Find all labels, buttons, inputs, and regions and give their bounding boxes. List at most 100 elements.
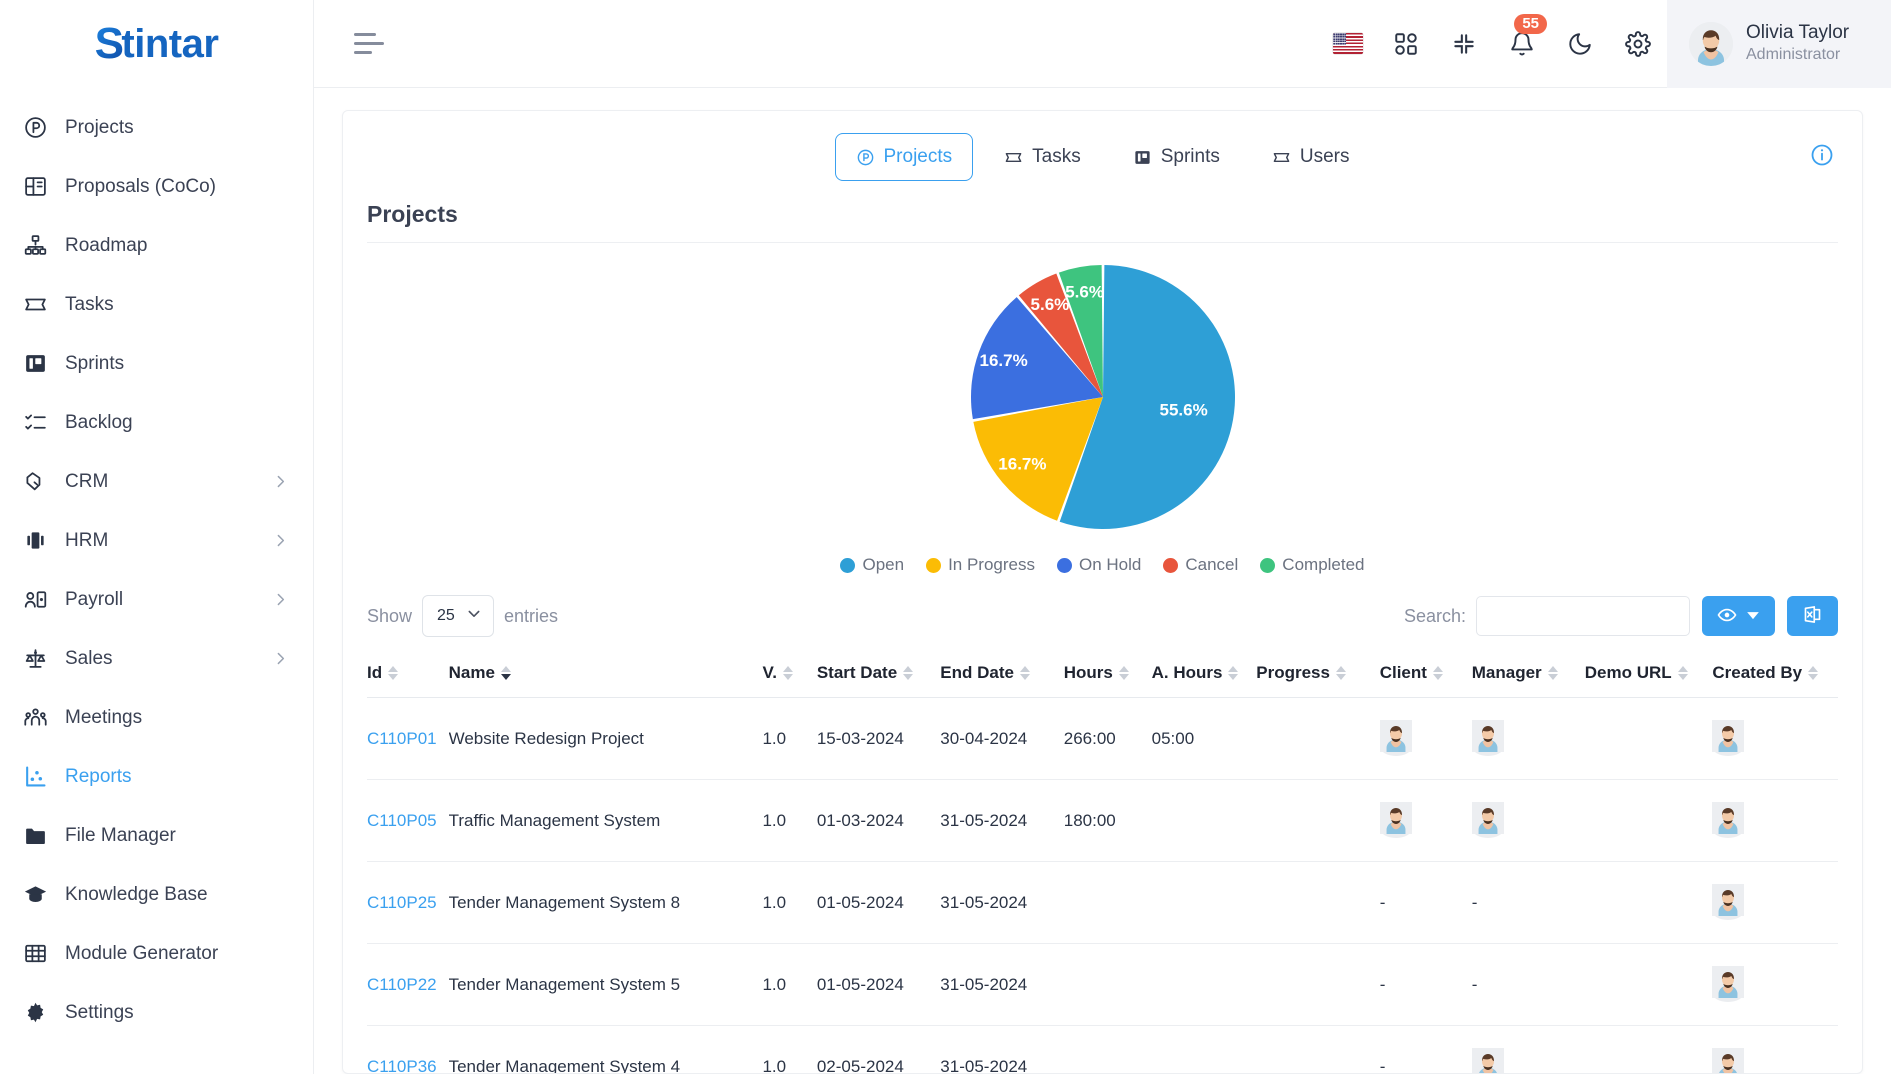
sort-icon[interactable] — [1019, 666, 1030, 680]
sidebar-item-crm[interactable]: CRM — [0, 452, 313, 511]
table-row[interactable]: C110P01 Website Redesign Project 1.0 15-03-… — [367, 697, 1838, 780]
sidebar-item-sales[interactable]: Sales — [0, 629, 313, 688]
project-id-link[interactable]: C110P22 — [367, 975, 437, 994]
table-row[interactable]: C110P22 Tender Management System 5 1.0 01-0… — [367, 943, 1838, 1026]
sort-icon[interactable] — [903, 666, 914, 680]
sidebar-item-label: File Manager — [65, 824, 176, 846]
main-region: 55 Olivia Taylor Administrator Projects … — [314, 0, 1891, 1074]
search-input[interactable] — [1476, 596, 1690, 636]
sidebar-item-module-generator[interactable]: Module Generator — [0, 924, 313, 983]
sort-icon[interactable] — [1432, 666, 1443, 680]
sidebar-item-roadmap[interactable]: Roadmap — [0, 216, 313, 275]
collapse-screen-icon[interactable] — [1435, 0, 1493, 88]
column-header-end-date[interactable]: End Date — [940, 649, 1064, 698]
project-id-link[interactable]: C110P25 — [367, 893, 437, 912]
user-role: Administrator — [1746, 45, 1841, 63]
cell-progress — [1256, 943, 1380, 1026]
eye-icon — [1717, 605, 1737, 628]
gear-icon[interactable] — [1609, 0, 1667, 88]
sort-icon[interactable] — [388, 666, 399, 680]
tab-tasks[interactable]: Tasks — [983, 133, 1102, 181]
table-row[interactable]: C110P25 Tender Management System 8 1.0 01-0… — [367, 861, 1838, 944]
sidebar-item-file-manager[interactable]: File Manager — [0, 806, 313, 865]
sort-icon[interactable] — [1335, 666, 1346, 680]
column-header-progress[interactable]: Progress — [1256, 649, 1380, 698]
pie-slice-label: 16.7% — [979, 351, 1027, 370]
tab-projects[interactable]: Projects — [834, 133, 974, 181]
sidebar-item-label: Proposals (CoCo) — [65, 175, 216, 197]
cell-actual-hours: 05:00 — [1151, 697, 1257, 780]
brand-logo[interactable]: Stintar — [0, 0, 313, 88]
sidebar-item-sprints[interactable]: Sprints — [0, 334, 313, 393]
column-header-label: Start Date — [816, 663, 898, 682]
sidebar-item-label: Module Generator — [65, 942, 219, 964]
sort-icon[interactable] — [782, 666, 793, 680]
column-header-client[interactable]: Client — [1379, 649, 1472, 698]
cell-client — [1379, 779, 1472, 862]
excel-export-button[interactable] — [1787, 596, 1838, 636]
column-header-id[interactable]: Id — [367, 649, 449, 698]
tab-label: Tasks — [1032, 146, 1081, 167]
top-bar-actions: 55 Olivia Taylor Administrator — [1319, 0, 1891, 88]
column-header-manager[interactable]: Manager — [1471, 649, 1585, 698]
sort-icon[interactable] — [500, 666, 511, 680]
excel-icon — [1802, 604, 1823, 628]
legend-item-open[interactable]: Open — [840, 555, 904, 575]
board-icon — [22, 351, 48, 377]
column-header-created-by[interactable]: Created By — [1712, 649, 1838, 698]
sidebar-item-label: Tasks — [65, 293, 114, 315]
user-profile-menu[interactable]: Olivia Taylor Administrator — [1667, 0, 1891, 88]
sidebar-item-meetings[interactable]: Meetings — [0, 688, 313, 747]
legend-item-cancel[interactable]: Cancel — [1163, 555, 1238, 575]
cell-client: - — [1379, 943, 1472, 1026]
project-id-link[interactable]: C110P36 — [367, 1057, 437, 1074]
sidebar-item-settings[interactable]: Settings — [0, 983, 313, 1042]
sidebar-item-projects[interactable]: Projects — [0, 98, 313, 157]
info-circle-icon[interactable] — [1810, 143, 1834, 167]
cell-demo-url — [1584, 1025, 1713, 1073]
cell-progress — [1256, 779, 1380, 862]
top-bar: 55 Olivia Taylor Administrator — [314, 0, 1891, 88]
sort-icon[interactable] — [1677, 666, 1688, 680]
column-header-start-date[interactable]: Start Date — [816, 649, 941, 698]
table-row[interactable]: C110P36 Tender Management System 4 1.0 02-0… — [367, 1025, 1838, 1074]
us-flag-icon[interactable] — [1319, 0, 1377, 88]
apps-grid-icon[interactable] — [1377, 0, 1435, 88]
sidebar-item-hrm[interactable]: HRM — [0, 511, 313, 570]
cell-demo-url — [1584, 697, 1713, 780]
page-size-select[interactable]: 25 — [422, 595, 495, 637]
table-row[interactable]: C110P05 Traffic Management System 1.0 01-03… — [367, 779, 1838, 862]
column-header-v[interactable]: V. — [762, 649, 817, 698]
sort-icon[interactable] — [1808, 666, 1819, 680]
legend-item-completed[interactable]: Completed — [1260, 555, 1365, 575]
sidebar-item-knowledge-base[interactable]: Knowledge Base — [0, 865, 313, 924]
hamburger-icon[interactable] — [354, 31, 388, 57]
moon-icon[interactable] — [1551, 0, 1609, 88]
avatar — [1712, 802, 1745, 838]
sidebar-item-proposals-coco[interactable]: Proposals (CoCo) — [0, 157, 313, 216]
column-visibility-button[interactable] — [1702, 596, 1775, 636]
sidebar-item-reports[interactable]: Reports — [0, 747, 313, 806]
column-header-hours[interactable]: Hours — [1063, 649, 1152, 698]
cell-hours — [1063, 943, 1152, 1026]
entries-label: entries — [504, 605, 559, 626]
project-id-link[interactable]: C110P01 — [367, 729, 437, 748]
tab-sprints[interactable]: Sprints — [1112, 133, 1241, 181]
project-id-link[interactable]: C110P05 — [367, 811, 437, 830]
legend-color-swatch — [840, 557, 856, 573]
column-header-demo-url[interactable]: Demo URL — [1584, 649, 1713, 698]
sidebar-item-tasks[interactable]: Tasks — [0, 275, 313, 334]
chart-legend: Open In Progress On Hold Cancel Completed — [840, 555, 1365, 575]
legend-item-in-progress[interactable]: In Progress — [926, 555, 1035, 575]
sidebar-item-payroll[interactable]: Payroll — [0, 570, 313, 629]
sort-icon[interactable] — [1228, 666, 1239, 680]
tab-users[interactable]: Users — [1251, 133, 1371, 181]
column-header-a-hours[interactable]: A. Hours — [1151, 649, 1257, 698]
legend-item-on-hold[interactable]: On Hold — [1057, 555, 1141, 575]
sidebar-item-backlog[interactable]: Backlog — [0, 393, 313, 452]
chart-scatter-icon — [22, 764, 48, 790]
column-header-name[interactable]: Name — [448, 649, 763, 698]
sort-icon[interactable] — [1118, 666, 1129, 680]
bell-icon[interactable]: 55 — [1493, 0, 1551, 88]
sort-icon[interactable] — [1547, 666, 1558, 680]
